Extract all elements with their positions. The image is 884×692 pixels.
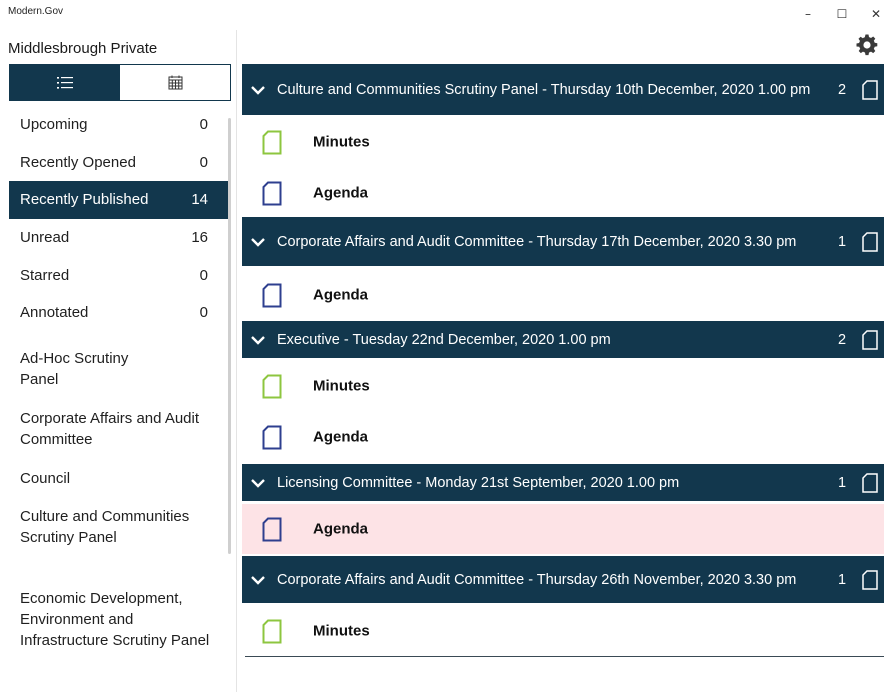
document-count: 1	[838, 571, 847, 588]
document-count: 1	[838, 233, 847, 250]
maximize-button[interactable]: ☐	[827, 4, 857, 24]
document-label: Minutes	[313, 133, 370, 151]
filter-annotated[interactable]: Annotated 0	[9, 294, 231, 332]
chevron-down-icon	[251, 478, 265, 488]
filter-count: 0	[199, 304, 208, 322]
document-icon	[862, 569, 878, 590]
filter-label: Unread	[20, 229, 70, 247]
filter-count: 0	[199, 153, 208, 171]
agenda-document-icon	[262, 283, 282, 308]
document-icon	[862, 231, 878, 252]
meeting-title: Executive - Tuesday 22nd December, 2020 …	[277, 331, 611, 348]
committee-item[interactable]: Economic Development, Environment and In…	[20, 588, 210, 651]
filter-starred[interactable]: Starred 0	[9, 256, 231, 294]
document-row-minutes[interactable]: Minutes	[242, 362, 884, 410]
site-name: Middlesbrough Private	[8, 40, 158, 57]
list-view-button[interactable]	[10, 65, 120, 100]
agenda-document-icon	[262, 425, 282, 450]
minutes-document-icon	[262, 130, 282, 155]
document-row-agenda[interactable]: Agenda	[242, 413, 884, 461]
calendar-icon	[168, 75, 182, 90]
gear-icon[interactable]	[855, 33, 879, 57]
document-label: Minutes	[313, 377, 370, 395]
document-label: Agenda	[313, 428, 369, 446]
filter-label: Starred	[20, 266, 70, 284]
meeting-title: Corporate Affairs and Audit Committee - …	[277, 571, 797, 588]
filter-count: 0	[199, 116, 208, 134]
list-icon	[57, 76, 73, 89]
document-count: 2	[838, 331, 847, 348]
title-bar: Modern.Gov – ☐ ✕	[0, 0, 884, 30]
document-row-agenda[interactable]: Agenda	[242, 169, 884, 217]
close-button[interactable]: ✕	[861, 4, 884, 24]
document-label: Agenda	[313, 184, 369, 202]
meeting-title: Culture and Communities Scrutiny Panel -…	[277, 81, 811, 98]
document-row-minutes[interactable]: Minutes	[242, 607, 884, 655]
filter-recently-opened[interactable]: Recently Opened 0	[9, 144, 231, 182]
committee-item[interactable]: Council	[20, 468, 220, 489]
agenda-document-icon	[262, 181, 282, 206]
chevron-down-icon	[251, 575, 265, 585]
filter-label: Upcoming	[20, 116, 88, 134]
meeting-title: Corporate Affairs and Audit Committee - …	[277, 233, 797, 250]
minutes-document-icon	[262, 374, 282, 399]
meeting-header[interactable]: Corporate Affairs and Audit Committee - …	[242, 217, 884, 266]
meeting-header[interactable]: Culture and Communities Scrutiny Panel -…	[242, 64, 884, 115]
meeting-header[interactable]: Licensing Committee - Monday 21st Septem…	[242, 464, 884, 501]
sidebar-scrollbar[interactable]	[228, 118, 231, 554]
document-label: Agenda	[313, 520, 369, 538]
minimize-button[interactable]: –	[793, 4, 823, 24]
chevron-down-icon	[251, 85, 265, 95]
meeting-title: Licensing Committee - Monday 21st Septem…	[277, 474, 680, 491]
list-bottom-divider	[245, 656, 884, 657]
app-title: Modern.Gov	[8, 6, 64, 17]
document-label: Agenda	[313, 286, 369, 304]
filter-recently-published[interactable]: Recently Published 14	[9, 181, 231, 219]
meeting-header[interactable]: Corporate Affairs and Audit Committee - …	[242, 556, 884, 603]
committee-item[interactable]: Corporate Affairs and Audit Committee	[20, 408, 220, 450]
document-count: 2	[838, 81, 847, 98]
filter-upcoming[interactable]: Upcoming 0	[9, 106, 231, 144]
filter-unread[interactable]: Unread 16	[9, 219, 231, 257]
filter-count: 16	[191, 229, 208, 247]
minutes-document-icon	[262, 619, 282, 644]
chevron-down-icon	[251, 335, 265, 345]
filter-label: Recently Published	[20, 191, 149, 209]
view-toggle	[9, 64, 231, 101]
chevron-down-icon	[251, 237, 265, 247]
document-count: 1	[838, 474, 847, 491]
document-label: Minutes	[313, 622, 370, 640]
filter-count: 0	[199, 266, 208, 284]
document-icon	[862, 329, 878, 350]
agenda-document-icon	[262, 517, 282, 542]
document-row-agenda[interactable]: Agenda	[242, 271, 884, 319]
document-row-minutes[interactable]: Minutes	[242, 118, 884, 166]
filter-list: Upcoming 0 Recently Opened 0 Recently Pu…	[9, 106, 231, 332]
filter-count: 14	[191, 191, 208, 209]
committee-item[interactable]: Culture and Communities Scrutiny Panel	[20, 506, 210, 548]
meeting-header[interactable]: Executive - Tuesday 22nd December, 2020 …	[242, 321, 884, 358]
sidebar: Middlesbrough Private Upcoming 0 Recentl…	[0, 30, 237, 692]
document-icon	[862, 79, 878, 100]
calendar-view-button[interactable]	[120, 65, 230, 100]
committee-item[interactable]: Ad-Hoc Scrutiny Panel	[20, 348, 170, 390]
document-icon	[862, 472, 878, 493]
filter-label: Annotated	[20, 304, 89, 322]
document-row-agenda[interactable]: Agenda	[242, 504, 884, 554]
filter-label: Recently Opened	[20, 153, 136, 171]
